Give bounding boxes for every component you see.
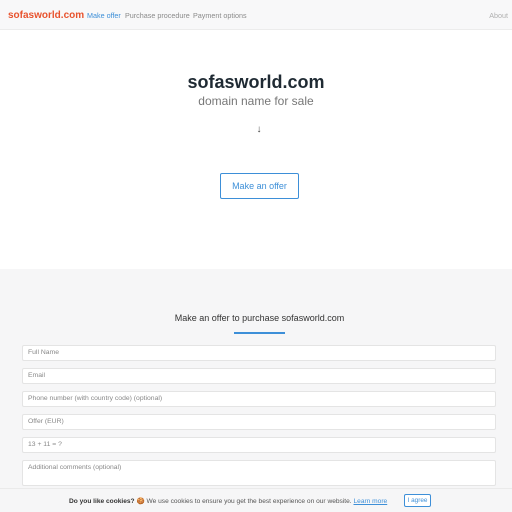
nav-link-about[interactable]: About bbox=[489, 11, 508, 20]
nav-link-make-offer[interactable]: Make offer bbox=[87, 11, 121, 20]
arrow-down-icon: ↓ bbox=[256, 124, 262, 135]
make-offer-button[interactable]: Make an offer bbox=[220, 173, 299, 199]
cookie-banner: Do you like cookies? 🍪 We use cookies to… bbox=[0, 488, 512, 512]
form-title-underline bbox=[234, 332, 285, 334]
email-field[interactable]: Email bbox=[22, 368, 496, 384]
comments-field[interactable]: Additional comments (optional) bbox=[22, 460, 496, 486]
nav-link-payment-options[interactable]: Payment options bbox=[193, 11, 247, 20]
learn-more-link[interactable]: Learn more bbox=[353, 498, 387, 505]
phone-field[interactable]: Phone number (with country code) (option… bbox=[22, 391, 496, 407]
captcha-field[interactable]: 13 + 11 = ? bbox=[22, 437, 496, 453]
offer-field[interactable]: Offer (EUR) bbox=[22, 414, 496, 430]
cookie-question: Do you like cookies? bbox=[69, 498, 135, 505]
cookie-icon: 🍪 bbox=[136, 498, 145, 505]
cookie-message: We use cookies to ensure you get the bes… bbox=[146, 498, 352, 505]
hero-title: sofasworld.com bbox=[187, 72, 325, 92]
offer-form-section: Make an offer to purchase sofasworld.com… bbox=[0, 269, 512, 512]
navbar: sofasworld.com Make offer Purchase proce… bbox=[0, 0, 512, 30]
nav-link-purchase-procedure[interactable]: Purchase procedure bbox=[125, 11, 190, 20]
hero-subtitle: domain name for sale bbox=[198, 94, 314, 108]
brand-logo[interactable]: sofasworld.com bbox=[8, 10, 84, 21]
full-name-field[interactable]: Full Name bbox=[22, 345, 496, 361]
agree-button[interactable]: I agree bbox=[404, 494, 431, 507]
cookie-text: Do you like cookies? 🍪 We use cookies to… bbox=[69, 497, 387, 505]
form-title: Make an offer to purchase sofasworld.com bbox=[174, 313, 345, 323]
hero-section: sofasworld.com domain name for sale ↓ Ma… bbox=[0, 31, 512, 269]
